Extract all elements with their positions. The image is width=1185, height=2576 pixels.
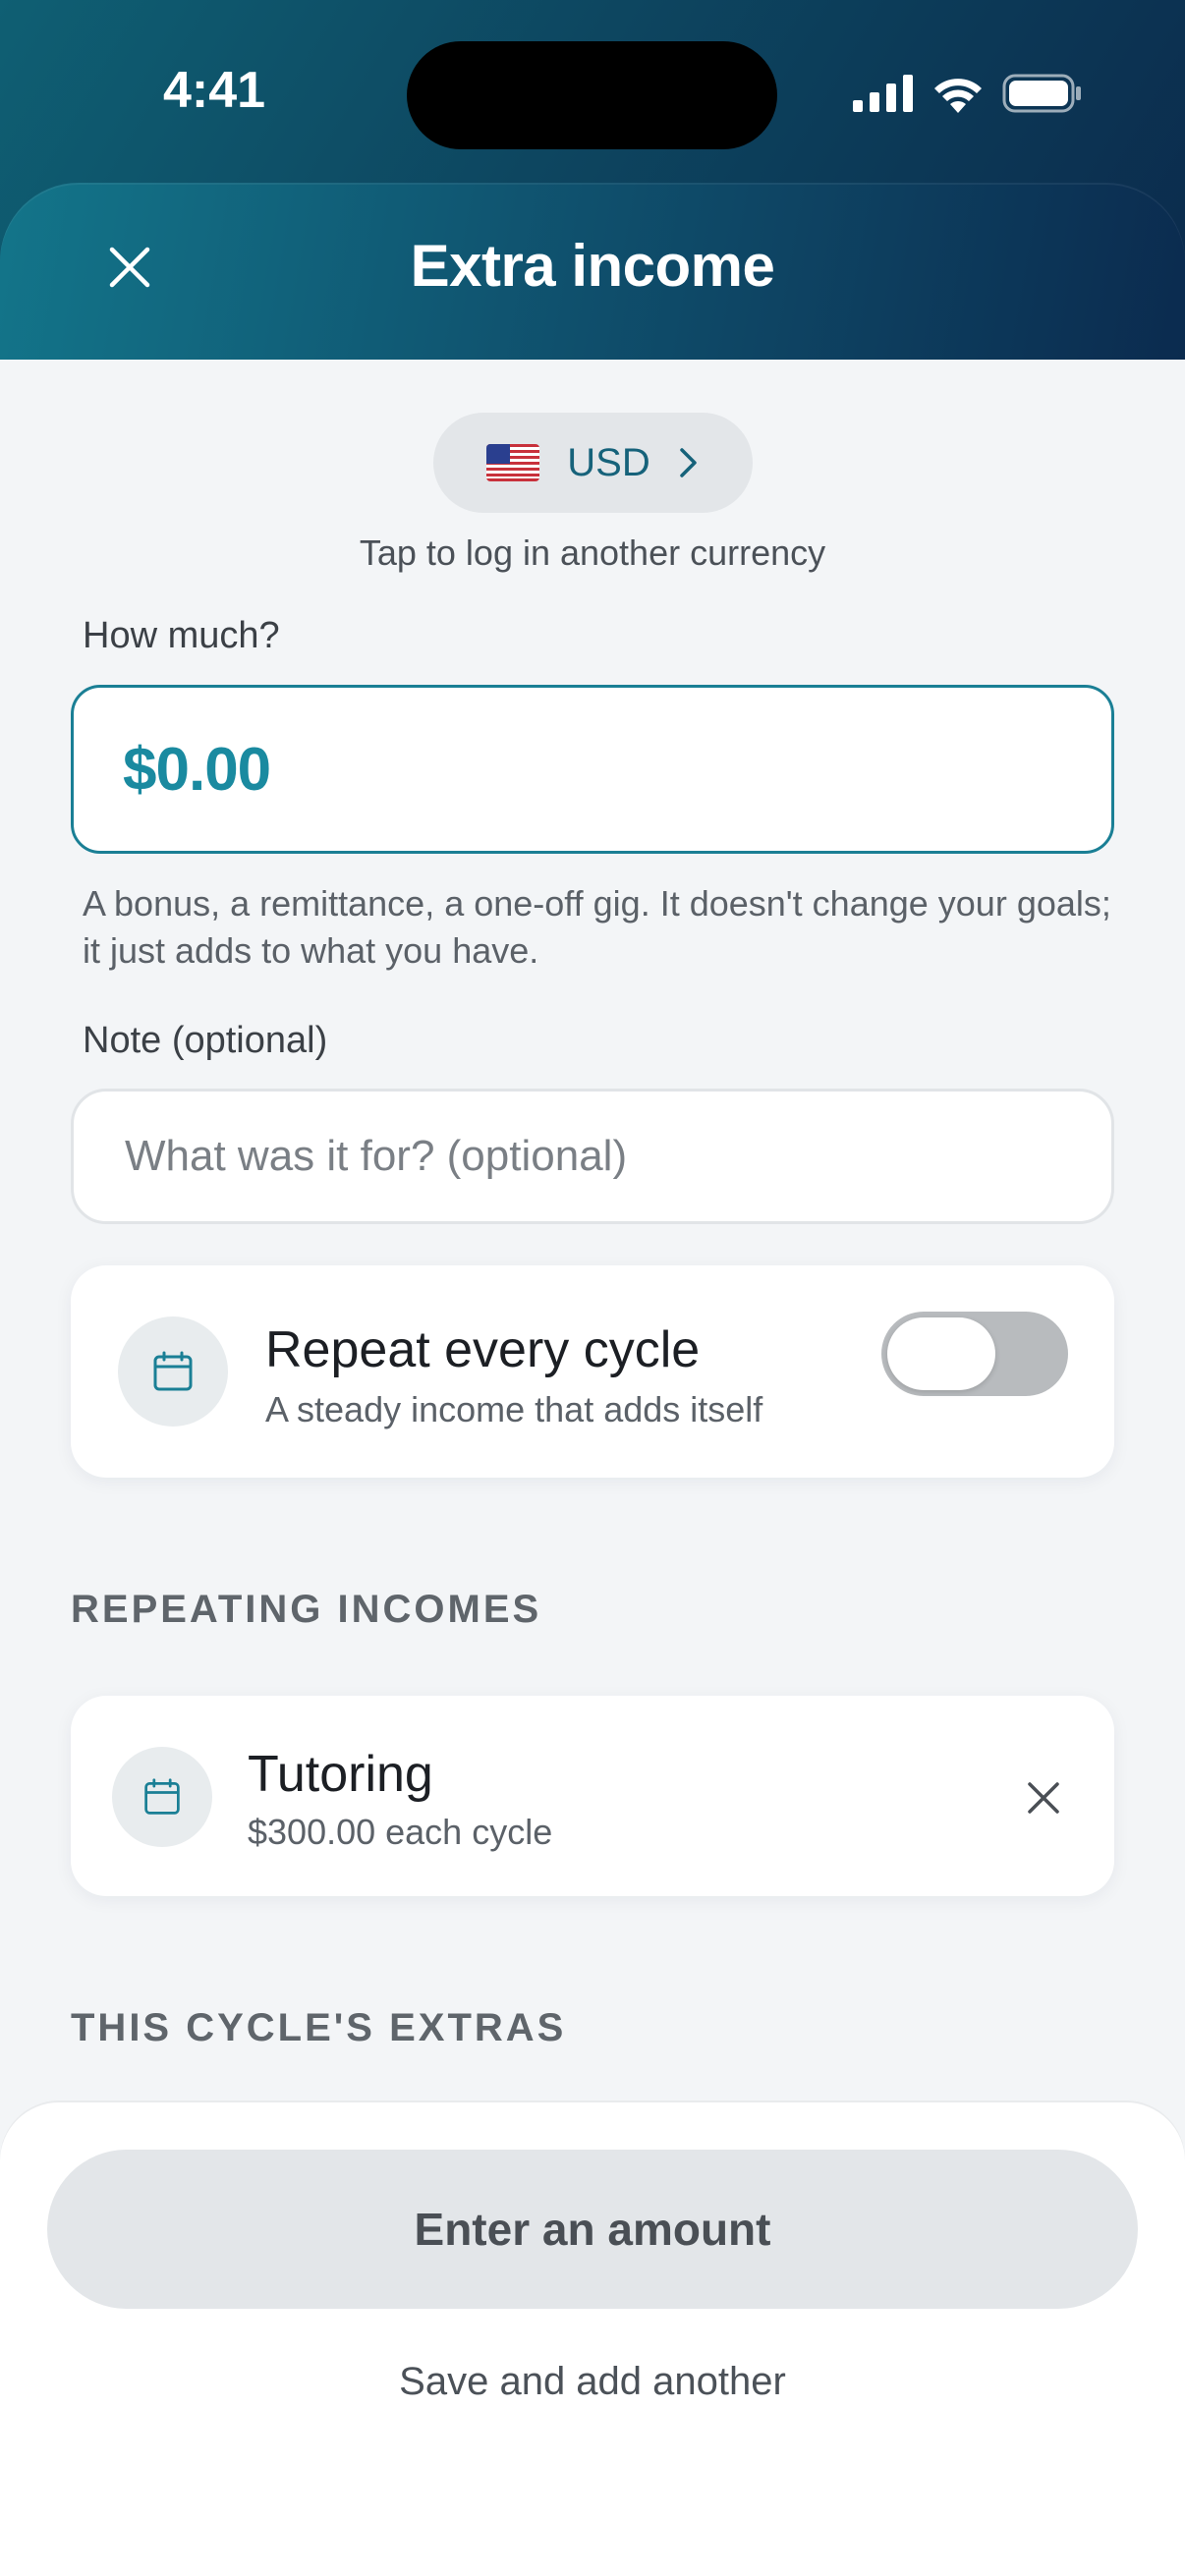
header-background: 4:41 Extra income: [0, 0, 1185, 360]
remove-income-button[interactable]: [1016, 1770, 1071, 1825]
repeat-toggle[interactable]: [881, 1312, 1068, 1396]
calendar-icon: [144, 1778, 180, 1815]
income-name: Tutoring: [248, 1746, 433, 1803]
amount-helper-text: A bonus, a remittance, a one-off gig. It…: [83, 883, 1111, 971]
status-time: 4:41: [163, 62, 266, 119]
calendar-icon-circle: [118, 1316, 228, 1427]
enter-amount-button[interactable]: Enter an amount: [47, 2150, 1138, 2309]
page-title: Extra income: [410, 233, 775, 299]
currency-hint: Tap to log in another currency: [359, 532, 826, 573]
battery-icon: [1002, 74, 1081, 113]
us-flag-icon: [486, 444, 540, 481]
note-label: Note (optional): [83, 1020, 328, 1061]
repeat-title: Repeat every cycle: [265, 1321, 701, 1378]
repeat-card: Repeat every cycle A steady income that …: [71, 1265, 1114, 1478]
repeating-income-item: Tutoring $300.00 each cycle: [71, 1696, 1114, 1896]
currency-selector[interactable]: USD: [433, 413, 753, 513]
close-icon: [1028, 1782, 1059, 1814]
amount-value: $0.00: [123, 735, 271, 804]
status-icons: [853, 73, 1083, 114]
income-detail: $300.00 each cycle: [248, 1812, 553, 1852]
dynamic-island: [407, 41, 777, 149]
bottom-action-sheet: Enter an amount Save and add another: [0, 2102, 1185, 2576]
calendar-icon-circle: [112, 1747, 212, 1847]
save-and-add-another-link[interactable]: Save and add another: [0, 2360, 1185, 2404]
currency-code: USD: [567, 440, 650, 484]
chevron-right-icon: [679, 448, 697, 477]
cycle-extras-heading: THIS CYCLE'S EXTRAS: [71, 2006, 567, 2049]
signal-icon: [853, 75, 913, 112]
note-input[interactable]: [123, 1131, 1070, 1182]
wifi-icon: [934, 79, 982, 113]
calendar-icon: [153, 1351, 193, 1391]
repeating-incomes-heading: REPEATING INCOMES: [71, 1588, 542, 1631]
amount-field[interactable]: $0.00: [71, 685, 1114, 854]
repeat-subtitle: A steady income that adds itself: [265, 1389, 763, 1429]
amount-label: How much?: [83, 615, 280, 656]
toggle-knob: [887, 1317, 995, 1390]
note-field[interactable]: [71, 1089, 1114, 1224]
